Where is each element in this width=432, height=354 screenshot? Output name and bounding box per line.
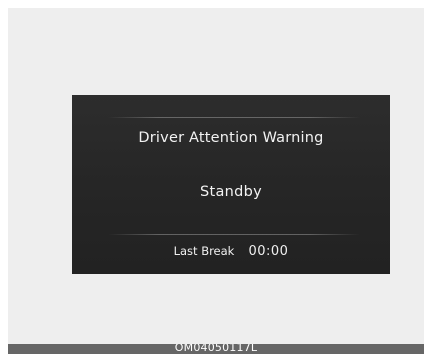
figure-code: OM04050117L	[174, 344, 258, 354]
last-break-time: 00:00	[248, 244, 289, 259]
figure-code-bar: OM04050117L	[8, 344, 424, 354]
cluster-display: Driver Attention Warning Standby Last Br…	[72, 95, 390, 274]
top-divider	[108, 117, 360, 118]
last-break-label: Last Break	[173, 244, 235, 258]
last-break-row: Last Break 00:00	[72, 240, 390, 259]
bottom-divider	[108, 234, 360, 235]
figure-frame: Driver Attention Warning Standby Last Br…	[8, 8, 424, 344]
display-title: Driver Attention Warning	[138, 130, 324, 146]
status-text: Standby	[199, 184, 263, 200]
